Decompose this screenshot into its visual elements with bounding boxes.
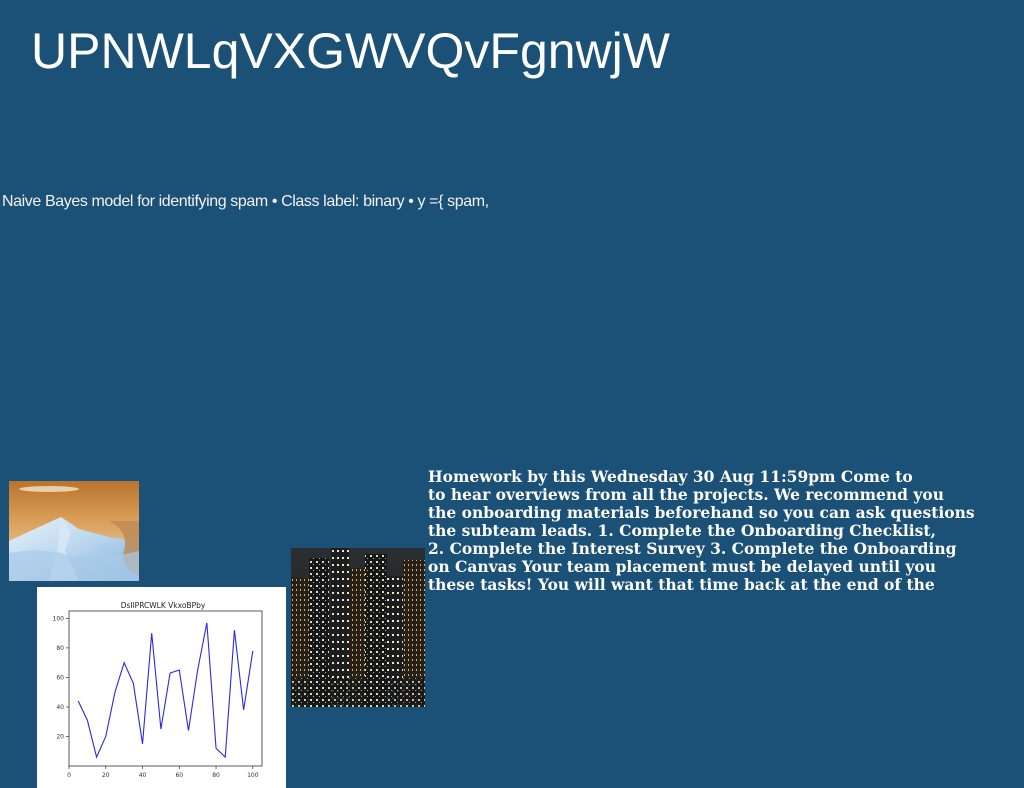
- body-line: these tasks! You will want that time bac…: [428, 575, 935, 594]
- y-tick-label: 60: [56, 674, 64, 681]
- y-tick-label: 40: [56, 704, 64, 711]
- city-night-image: [291, 548, 425, 707]
- line-chart-svg: DsIlPRCWLK VkxoBPby 0 20 40 60 80 100 20 40 60 80…: [53, 601, 263, 779]
- y-tick-label: 80: [56, 645, 64, 652]
- body-line: to hear overviews from all the projects.…: [428, 485, 945, 504]
- body-paragraph: Homework by this Wednesday 30 Aug 11:59p…: [428, 468, 998, 594]
- body-line: the subteam leads. 1. Complete the Onboa…: [428, 521, 936, 540]
- body-line: Homework by this Wednesday 30 Aug 11:59p…: [428, 467, 913, 486]
- plot-frame: [68, 610, 263, 767]
- series-line: [77, 622, 254, 759]
- x-tick-label: 60: [175, 772, 183, 779]
- body-line: on Canvas Your team placement must be de…: [428, 557, 936, 576]
- body-line: the onboarding materials beforehand so y…: [428, 503, 975, 522]
- page-title: UPNWLqVXGWVQvFgnwjW: [31, 23, 670, 79]
- y-tick-label: 100: [53, 615, 65, 622]
- chart-marks: 0 20 40 60 80 100 20 40 60 80 100: [53, 615, 259, 779]
- subtitle-text: Naive Bayes model for identifying spam •…: [2, 193, 489, 210]
- y-tick-label: 20: [56, 733, 64, 740]
- body-line: 2. Complete the Interest Survey 3. Compl…: [428, 539, 957, 558]
- x-tick-label: 100: [247, 772, 259, 779]
- x-tick-label: 0: [67, 772, 71, 779]
- x-tick-label: 80: [212, 772, 220, 779]
- line-chart: DsIlPRCWLK VkxoBPby 0 20 40 60 80 100 20 40 60 80…: [37, 587, 286, 788]
- x-tick-label: 40: [139, 772, 147, 779]
- x-tick-label: 20: [102, 772, 110, 779]
- chart-title: DsIlPRCWLK VkxoBPby: [121, 601, 206, 610]
- mountain-image: [9, 481, 139, 581]
